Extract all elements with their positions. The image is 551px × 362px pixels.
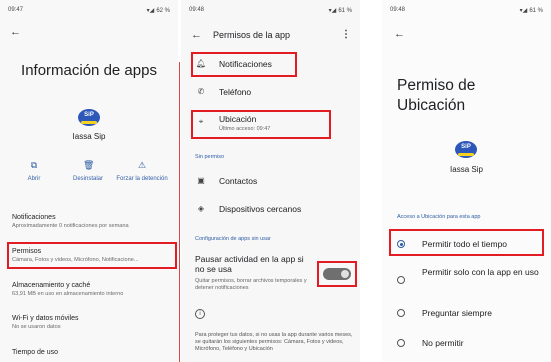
permission-phone[interactable]: ✆ Teléfono [181,84,360,104]
back-arrow-icon[interactable]: ← [191,30,202,41]
open-label: Abrir [27,176,41,182]
nearby-devices-icon: ◈ [197,204,205,213]
option-allow-while-in-use[interactable]: Permitir solo con la app en uso [382,267,551,291]
notifications-item[interactable]: Notificaciones Aproximadamente 0 notific… [12,214,178,229]
app-name: Iassa Sip [72,132,106,141]
item-subtitle: No se usaron datos [12,324,61,330]
info-icon: i [195,309,205,319]
open-icon: ⧉ [30,160,38,170]
pause-activity-title: Pausar actividad en la app si no se usa [195,254,304,275]
status-icons: ▾◢ 62 % [147,7,170,14]
toggle-knob [341,270,349,278]
option-label: Permitir solo con la app en uso [422,267,539,277]
section-header-unused-apps: Configuración de apps sin usar [195,236,271,242]
page-title: Permiso de Ubicación [397,77,476,115]
top-app-bar: ← Permisos de la app ⋮ [181,28,360,50]
status-icons: ▾◢ 61 % [520,7,543,14]
location-icon: ⌖ [198,117,204,126]
permission-nearby-devices[interactable]: ◈ Dispositivos cercanos [181,201,360,221]
back-arrow-icon[interactable]: ← [10,27,21,38]
item-subtitle: Aproximadamente 0 notificaciones por sem… [12,223,129,229]
status-time: 09:47 [8,7,24,13]
trash-icon: 🗑 [83,160,95,170]
app-name: Iassa Sip [450,165,483,174]
location-permission-screen: 09:48 ▾◢ 61 % ← Permiso de Ubicación SiP … [382,0,551,362]
item-title: Notificaciones [12,214,56,221]
logo-text: SiP [84,112,94,118]
permission-contacts[interactable]: ▣ Contactos [181,173,360,193]
app-info-screen: 09:47 ▾◢ 62 % ← Información de apps SiP I… [0,0,178,362]
data-usage-item[interactable]: Wi-Fi y datos móviles No se usaron datos [12,315,178,330]
option-label: No permitir [422,338,464,348]
status-bar: 09:48 ▾◢ 61 % [181,0,360,16]
logo-text: SiP [461,144,471,150]
section-header: Acceso a Ubicación para esta app [397,214,481,220]
radio-icon[interactable] [397,276,405,284]
page-title: Permisos de la app [213,30,291,40]
section-header-denied: Sin permiso [195,154,225,160]
footer-note: Para proteger tus datos, si no usas la a… [195,332,353,352]
permission-label: Teléfono [219,87,252,97]
signal-icon: ▾◢ [328,8,337,14]
uninstall-button[interactable]: 🗑 Desinstalar [58,160,118,183]
option-deny[interactable]: No permitir [382,337,551,353]
storage-item[interactable]: Almacenamiento y caché 63,91 MB en uso e… [12,282,178,297]
logo-stripe [81,121,97,124]
item-title: Tiempo de uso [12,349,59,356]
item-subtitle: 63,91 MB en uso en almacenamiento intern… [12,291,124,297]
permission-last-access: Último acceso: 09:47 [219,126,271,132]
permissions-item[interactable]: Permisos Cámara, Fotos y videos, Micrófo… [12,248,178,263]
more-options-icon[interactable]: ⋮ [341,29,351,40]
item-title: Permisos [12,248,42,255]
uninstall-label: Desinstalar [72,176,103,182]
status-bar: 09:48 ▾◢ 61 % [382,0,551,16]
permission-label: Dispositivos cercanos [219,204,302,214]
back-arrow-icon[interactable]: ← [394,29,405,40]
force-stop-button[interactable]: ⚠ Forzar la detención [112,160,172,183]
battery-percent: 61 % [529,8,543,14]
logo-stripe [458,153,474,156]
status-icons: ▾◢ 61 % [329,7,352,14]
app-logo: SiP [78,109,100,126]
permission-label: Ubicación [219,114,257,124]
app-logo: SiP [455,141,477,158]
page-title: Información de apps [21,62,157,79]
status-time: 09:48 [189,7,205,13]
permission-location[interactable]: ⌖ Ubicación Último acceso: 09:47 [181,112,360,140]
option-ask-every-time[interactable]: Preguntar siempre [382,307,551,323]
battery-percent: 61 % [338,8,352,14]
warning-icon: ⚠ [137,160,147,170]
status-time: 09:48 [390,7,406,13]
permission-label: Notificaciones [219,59,272,69]
item-title: Almacenamiento y caché [12,282,91,289]
signal-icon: ▾◢ [519,8,528,14]
option-label: Preguntar siempre [422,308,492,318]
phone-icon: ✆ [197,87,205,96]
bell-icon: 🔔︎ [195,59,207,68]
permission-notifications[interactable]: 🔔︎ Notificaciones [181,56,360,78]
open-button[interactable]: ⧉ Abrir [4,160,64,183]
contacts-icon: ▣ [197,176,205,185]
app-permissions-screen: 09:48 ▾◢ 61 % ← Permisos de la app ⋮ 🔔︎ N… [181,0,360,362]
permission-label: Contactos [219,176,258,186]
signal-icon: ▾◢ [146,8,155,14]
item-title: Wi-Fi y datos móviles [12,315,79,322]
option-allow-all-the-time[interactable]: Permitir todo el tiempo [382,237,551,253]
status-bar: 09:47 ▾◢ 62 % [0,0,178,16]
radio-icon[interactable] [397,339,405,347]
radio-selected-icon[interactable] [397,240,405,248]
item-subtitle: Cámara, Fotos y videos, Micrófono, Notif… [12,257,139,263]
pause-activity-toggle[interactable] [323,268,351,280]
radio-icon[interactable] [397,309,405,317]
option-label: Permitir todo el tiempo [422,239,508,249]
divider-line [179,62,180,362]
force-stop-label: Forzar la detención [116,176,168,182]
pause-activity-description: Quitar permisos, borrar archivos tempora… [195,278,307,291]
battery-percent: 62 % [156,8,170,14]
screen-time-item[interactable]: Tiempo de uso [12,349,178,356]
